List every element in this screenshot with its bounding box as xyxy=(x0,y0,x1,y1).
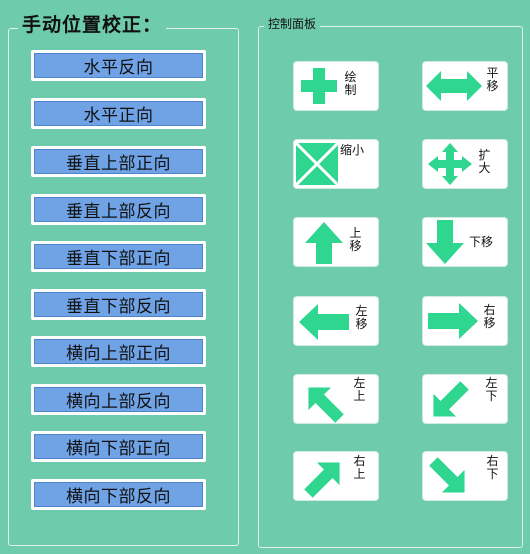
draw-label: 绘制 xyxy=(344,70,357,97)
arrow-up-right-icon xyxy=(304,462,340,498)
horizontal-reverse-button[interactable]: 水平反向 xyxy=(31,50,206,81)
move-down-right-button[interactable]: 右下 xyxy=(423,452,507,500)
pan-label: 平移 xyxy=(486,66,499,93)
move-down-left-button[interactable]: 左下 xyxy=(423,375,507,423)
vertical-bottom-forward-button[interactable]: 垂直下部正向 xyxy=(31,241,206,272)
arrow-up-icon xyxy=(305,222,343,264)
shrink-button[interactable]: 缩小 xyxy=(294,140,378,188)
lateral-top-forward-button[interactable]: 横向上部正向 xyxy=(31,336,206,367)
lateral-bottom-forward-button[interactable]: 横向下部正向 xyxy=(31,431,206,462)
move-down-left-label: 左下 xyxy=(485,376,498,403)
arrow-right-icon xyxy=(428,303,478,339)
move-right-label: 右移 xyxy=(483,303,496,330)
manual-correction-title: 手动位置校正： xyxy=(18,10,167,37)
shrink-icon xyxy=(295,142,339,186)
enlarge-label: 扩大 xyxy=(478,148,491,175)
move-down-label: 下移 xyxy=(469,235,494,249)
move-up-left-label: 左上 xyxy=(353,376,366,403)
horizontal-forward-button[interactable]: 水平正向 xyxy=(31,98,206,129)
move-up-right-button[interactable]: 右上 xyxy=(294,452,378,500)
enlarge-button[interactable]: 扩大 xyxy=(423,140,507,188)
arrow-down-left-icon xyxy=(433,381,469,417)
arrow-left-icon xyxy=(299,304,349,340)
move-down-right-label: 右下 xyxy=(486,454,499,481)
move-up-left-button[interactable]: 左上 xyxy=(294,375,378,423)
move-right-button[interactable]: 右移 xyxy=(423,297,507,345)
pan-button[interactable]: 平移 xyxy=(423,62,507,110)
move-down-button[interactable]: 下移 xyxy=(423,218,507,266)
shrink-label: 缩小 xyxy=(340,143,365,157)
move-left-button[interactable]: 左移 xyxy=(294,297,378,345)
control-panel-title: 控制面板 xyxy=(264,15,321,32)
horizontal-double-arrow-icon xyxy=(426,71,482,101)
move-up-right-label: 右上 xyxy=(353,454,366,481)
move-up-button[interactable]: 上移 xyxy=(294,218,378,266)
vertical-bottom-reverse-button[interactable]: 垂直下部反向 xyxy=(31,289,206,320)
move-up-label: 上移 xyxy=(349,226,362,253)
vertical-top-reverse-button[interactable]: 垂直上部反向 xyxy=(31,194,206,225)
move-left-label: 左移 xyxy=(355,304,368,331)
lateral-top-reverse-button[interactable]: 横向上部反向 xyxy=(31,384,206,415)
vertical-top-forward-button[interactable]: 垂直上部正向 xyxy=(31,146,206,177)
plus-icon xyxy=(301,68,337,104)
four-way-arrow-icon xyxy=(428,143,472,185)
arrow-up-left-icon xyxy=(308,387,344,423)
arrow-down-icon xyxy=(426,220,464,264)
arrow-down-right-icon xyxy=(429,457,465,493)
draw-button[interactable]: 绘制 xyxy=(294,62,378,110)
lateral-bottom-reverse-button[interactable]: 横向下部反向 xyxy=(31,479,206,510)
